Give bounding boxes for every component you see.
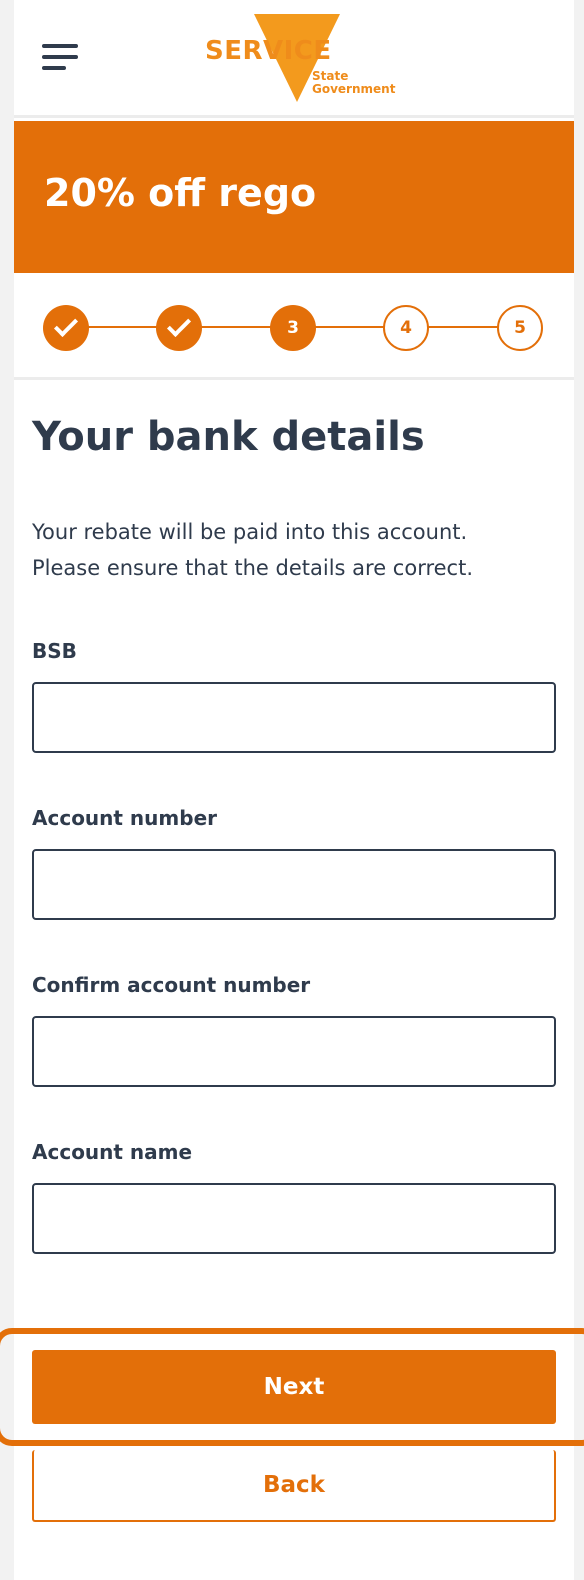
intro-text: Your rebate will be paid into this accou… (32, 520, 474, 580)
bsb-input[interactable] (32, 682, 556, 753)
hamburger-menu-icon[interactable] (40, 40, 80, 74)
site-header: SERVICE State Government (14, 0, 574, 118)
step-5: 5 (497, 305, 543, 351)
next-button[interactable]: Next (32, 1350, 556, 1424)
app-frame: SERVICE State Government 20% off rego 3 … (0, 0, 584, 1580)
account-number-input[interactable] (32, 849, 556, 920)
back-button[interactable]: Back (32, 1450, 556, 1522)
account-number-label: Account number (32, 806, 217, 830)
confirm-account-number-input[interactable] (32, 1016, 556, 1087)
account-name-input[interactable] (32, 1183, 556, 1254)
confirm-account-number-label: Confirm account number (32, 973, 311, 997)
bsb-label: BSB (32, 639, 77, 663)
page-title: Your bank details (32, 414, 425, 460)
checkmark-icon (53, 312, 79, 338)
step-1-complete (43, 305, 89, 351)
logo-word: SERVICE (205, 36, 332, 66)
account-name-label: Account name (32, 1140, 193, 1164)
checkmark-icon (166, 312, 192, 338)
step-3-current: 3 (270, 305, 316, 351)
service-victoria-logo[interactable]: SERVICE State Government (202, 12, 412, 106)
page-sheet: SERVICE State Government 20% off rego 3 … (0, 0, 584, 1580)
page-banner: 20% off rego (14, 121, 574, 273)
banner-title: 20% off rego (44, 171, 317, 215)
step-2-complete (156, 305, 202, 351)
step-4: 4 (383, 305, 429, 351)
logo-subtitle: State Government (312, 69, 396, 96)
progress-stepper: 3 4 5 (14, 273, 574, 380)
